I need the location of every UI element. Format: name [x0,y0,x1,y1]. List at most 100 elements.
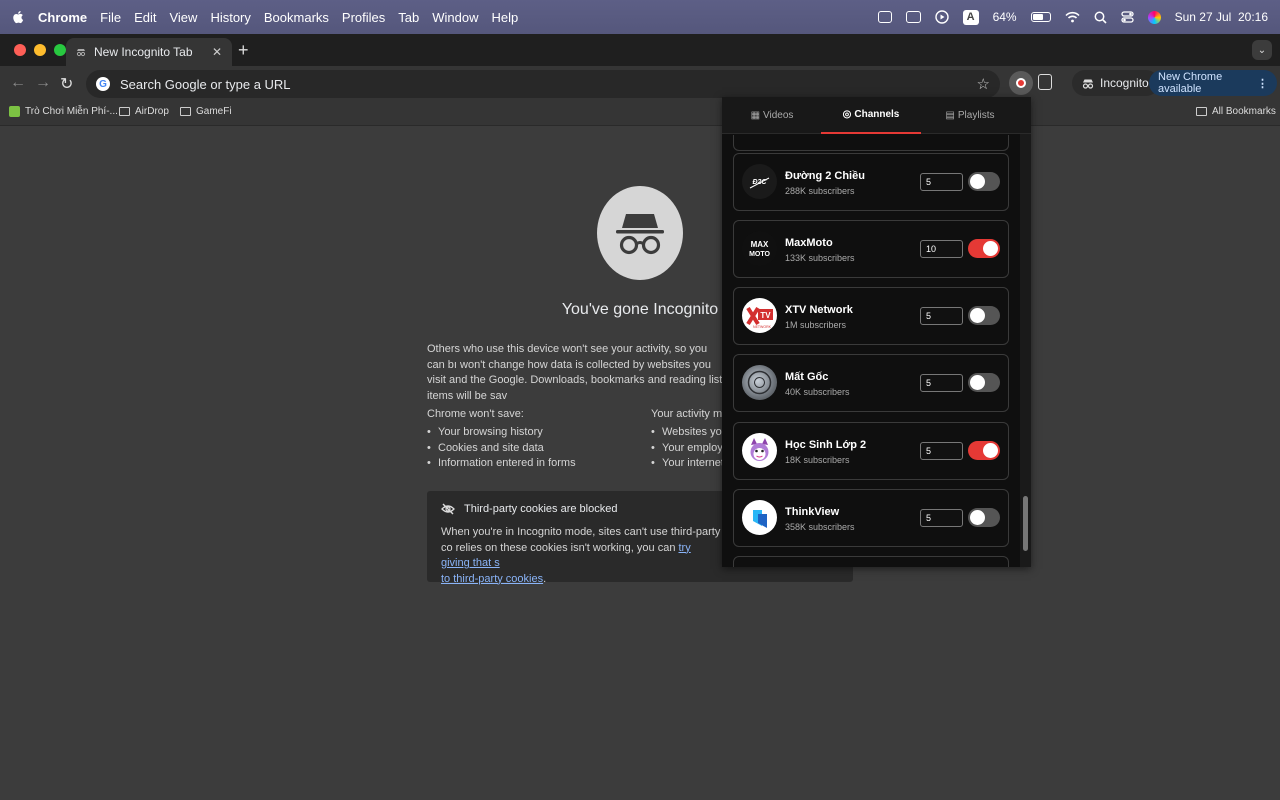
channel-avatar [742,365,777,400]
browser-toolbar: ← → ↻ G Search Google or type a URL ☆ In… [0,66,1280,100]
menu-window[interactable]: Window [432,10,478,25]
tab-channels[interactable]: ◎ Channels [821,97,921,134]
folder-icon [119,107,130,116]
channel-name: Mất Gốc [785,371,829,383]
list-item: Cookies and site data [427,441,576,457]
all-bookmarks-button[interactable]: All Bookmarks [1196,106,1276,117]
back-arrow-icon[interactable]: ← [10,74,26,92]
channel-card: ThinkView 358K subscribers [733,489,1009,547]
list-item: Websites you [651,425,729,441]
toggle-knob [970,174,985,189]
wont-save-heading: Chrome won't save: [427,408,524,420]
update-label: New Chrome available [1158,71,1223,95]
tab-strip: New Incognito Tab ✕ + ⌄ [0,34,1280,66]
video-icon: ▦ [750,110,761,121]
omnibox[interactable]: G Search Google or type a URL ☆ [86,70,1000,98]
bookmark-star-icon[interactable]: ☆ [977,75,990,93]
spy-icon [616,214,664,255]
menu-view[interactable]: View [169,10,197,25]
channel-subscribers: 133K subscribers [785,253,855,263]
menu-history[interactable]: History [210,10,250,25]
siri-icon[interactable] [1147,10,1161,24]
video-count-input[interactable] [920,307,963,325]
spotlight-search-icon[interactable] [1094,11,1107,24]
channel-toggle[interactable] [968,306,1000,325]
extension-active-button[interactable] [1009,71,1033,95]
display-icon[interactable] [905,11,921,23]
video-count-input[interactable] [920,442,963,460]
bookmark-item-games[interactable]: Trò Chơi Miễn Phí-... [9,106,118,117]
channel-card: MAX MOTO MaxMoto 133K subscribers [733,220,1009,278]
bookmark-item-gamefi[interactable]: GameFi [180,106,232,117]
menu-file[interactable]: File [100,10,121,25]
video-count-input[interactable] [920,509,963,527]
channel-toggle[interactable] [968,508,1000,527]
finder-status-icon[interactable] [877,11,892,23]
tab-label: Playlists [957,110,995,121]
menu-edit[interactable]: Edit [134,10,156,25]
channel-toggle[interactable] [968,239,1000,258]
wifi-icon[interactable] [1065,11,1080,23]
incognito-profile-button[interactable]: Incognito [1072,70,1159,96]
tab-search-chevron-icon[interactable]: ⌄ [1252,40,1272,60]
forward-arrow-icon[interactable]: → [35,74,51,92]
channel-toggle[interactable] [968,172,1000,191]
channel-toggle[interactable] [968,373,1000,392]
video-count-input[interactable] [920,240,963,258]
toggle-knob [983,241,998,256]
play-icon[interactable] [934,10,949,24]
channel-name: MaxMoto [785,237,833,249]
menu-help[interactable]: Help [492,10,519,25]
control-center-icon[interactable] [1120,11,1134,23]
incognito-tab-icon [76,49,86,57]
close-tab-icon[interactable]: ✕ [212,45,222,59]
close-window-button[interactable] [14,44,26,56]
zoom-window-button[interactable] [54,44,66,56]
apple-icon[interactable] [12,10,24,24]
video-count-input[interactable] [920,173,963,191]
extensions-puzzle-icon[interactable] [1038,74,1052,90]
menu-tab[interactable]: Tab [398,10,419,25]
new-tab-button[interactable]: + [238,40,249,61]
toggle-knob [970,308,985,323]
third-party-cookies-link[interactable]: to third-party cookies [441,573,543,585]
svg-text:TV: TV [760,311,771,320]
chrome-update-button[interactable]: New Chrome available ⋮ [1149,70,1277,96]
menu-bookmarks[interactable]: Bookmarks [264,10,329,25]
menu-profiles[interactable]: Profiles [342,10,385,25]
input-source-icon[interactable]: A [962,9,979,25]
channel-subscribers: 358K subscribers [785,522,855,532]
channel-avatar: MAX MOTO [742,231,777,266]
popup-scroll-thumb[interactable] [1023,496,1028,551]
channel-card-partial [733,556,1009,567]
tab-playlists[interactable]: ▤ Playlists [920,97,1020,134]
tab-new-incognito[interactable]: New Incognito Tab ✕ [66,38,232,66]
reload-icon[interactable]: ↻ [60,74,73,94]
channel-avatar: Đ2C [742,164,777,199]
eye-off-icon [441,503,455,515]
channel-name: Học Sinh Lớp 2 [785,439,867,451]
incognito-label: Incognito [1100,76,1149,90]
tab-label: Channels [854,109,900,120]
activity-visible-column: Your activity mi Websites you Your emplo… [651,408,729,472]
battery-icon[interactable] [1030,12,1051,22]
menu-app-name[interactable]: Chrome [38,10,87,25]
channel-list[interactable]: Đ2C Đường 2 Chiều 288K subscribers MAX MO… [722,135,1031,567]
toggle-knob [983,443,998,458]
minimize-window-button[interactable] [34,44,46,56]
list-item: Your browsing history [427,425,576,441]
svg-text:MOTO: MOTO [749,251,770,258]
cookies-title: Third-party cookies are blocked [464,503,618,515]
clock-datetime[interactable]: Sun 27 Jul 20:16 [1175,10,1268,24]
video-count-input[interactable] [920,374,963,392]
channel-toggle[interactable] [968,441,1000,460]
battery-percent: 64% [992,10,1017,24]
more-menu-icon[interactable]: ⋮ [1257,77,1268,90]
bookmark-item-airdrop[interactable]: AirDrop [119,106,169,117]
svg-text:NETWORK: NETWORK [753,325,772,329]
tab-videos[interactable]: ▦ Videos [722,97,822,134]
status-area: A 64% Sun 27 Jul 20:16 [877,0,1268,34]
channel-avatar [742,433,777,468]
channel-subscribers: 18K subscribers [785,455,850,465]
channel-name: XTV Network [785,304,853,316]
